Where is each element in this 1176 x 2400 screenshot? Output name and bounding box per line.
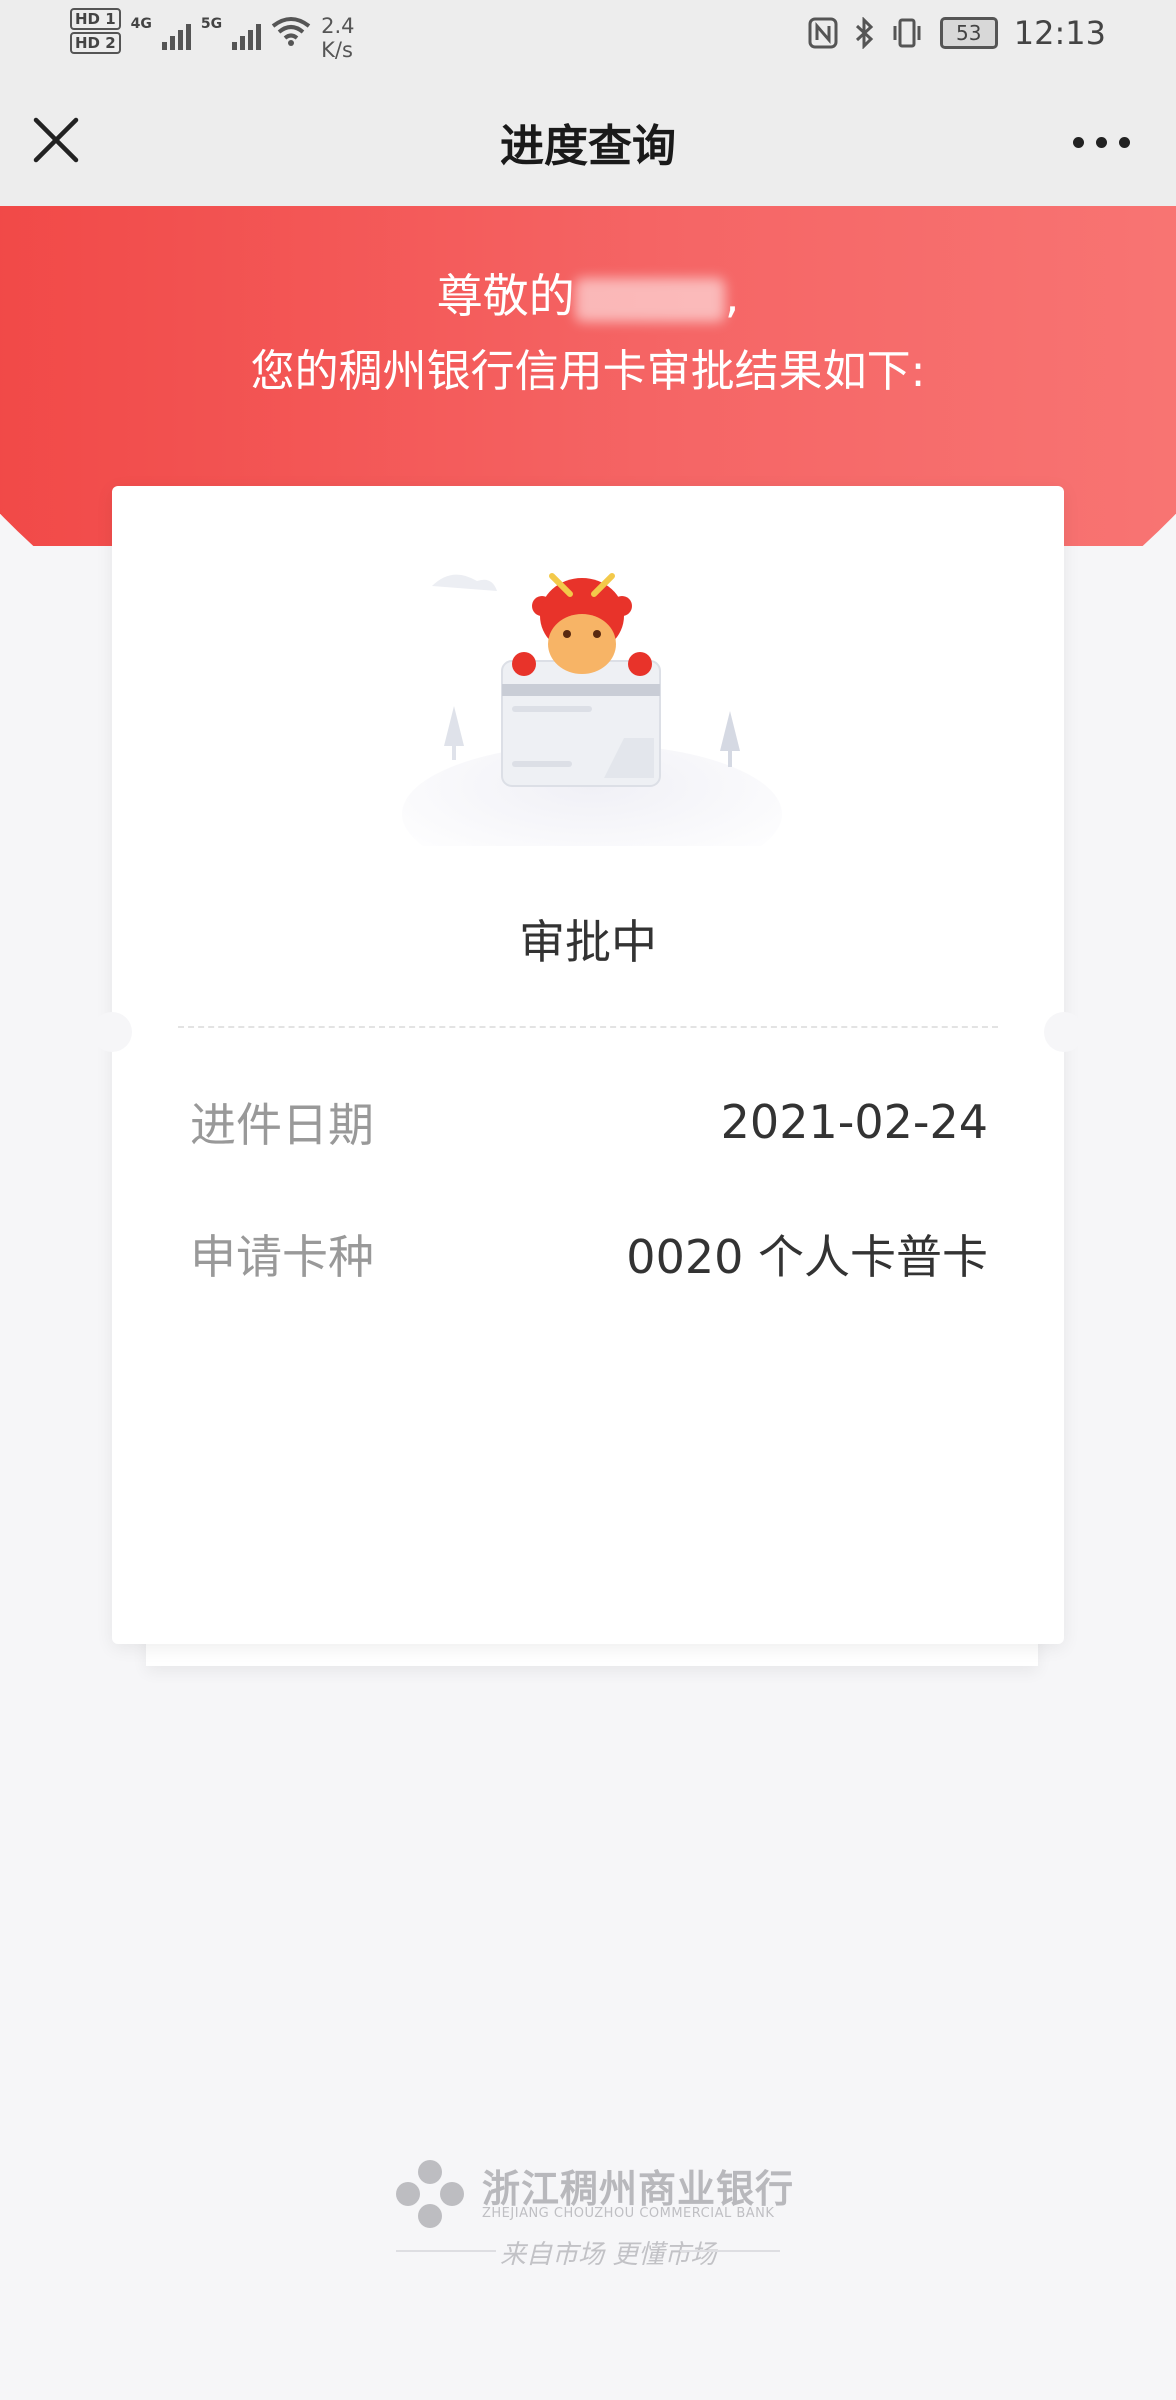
- network-5g-label: 5G: [200, 16, 223, 32]
- info-label: 进件日期: [190, 1098, 374, 1152]
- hd-indicators: HD 1 HD 2: [70, 8, 121, 54]
- nfc-icon: [808, 17, 838, 49]
- status-bar: HD 1 HD 2 4G 5G 2.4 K/s 53 12:13: [0, 0, 1176, 72]
- card-notch-left: [92, 1012, 132, 1052]
- wifi-icon: [271, 17, 311, 46]
- title-bar: 进度查询: [0, 72, 1176, 206]
- network-speed-unit: K/s: [321, 38, 353, 62]
- result-card: 审批中 进件日期 2021-02-24 申请卡种 0020 个人卡普卡: [92, 486, 1084, 1644]
- approval-status: 审批中: [519, 915, 657, 969]
- redacted-name: [574, 277, 725, 322]
- network-speed: 2.4 K/s: [321, 14, 354, 62]
- vibrate-icon: [893, 18, 921, 48]
- greeting-prefix: 尊敬的: [436, 269, 575, 323]
- bank-name-en: ZHEJIANG CHOUZHOU COMMERCIAL BANK: [482, 2206, 775, 2221]
- bluetooth-icon: [855, 17, 873, 49]
- bank-footer-logo: 浙江稠州商业银行 ZHEJIANG CHOUZHOU COMMERCIAL BA…: [390, 2150, 793, 2270]
- result-subtitle: 您的稠州银行信用卡审批结果如下:: [250, 346, 926, 397]
- info-value: 0020 个人卡普卡: [626, 1230, 988, 1284]
- info-value: 2021-02-24: [720, 1095, 988, 1149]
- slogan-line-left: [396, 2250, 496, 2252]
- bank-logo-icon: [396, 2160, 464, 2228]
- greeting-suffix: ,: [724, 269, 740, 323]
- bank-name-cn: 浙江稠州商业银行: [482, 2167, 795, 2211]
- page-title: 进度查询: [500, 121, 676, 172]
- card-notch-right: [1044, 1012, 1084, 1052]
- hd-indicator-2: HD 2: [70, 32, 121, 54]
- network-4g-label: 4G: [130, 16, 152, 32]
- network-speed-value: 2.4: [321, 14, 355, 38]
- bank-slogan: 来自市场 更懂市场: [500, 2240, 717, 2270]
- status-bar-left: HD 1 HD 2 4G 5G 2.4 K/s: [70, 8, 355, 62]
- battery-icon: 53: [939, 17, 998, 49]
- signal-bars-icon: [161, 14, 191, 50]
- info-row-card-type: 申请卡种 0020 个人卡普卡: [190, 1224, 988, 1284]
- greeting: 尊敬的,: [0, 268, 1176, 324]
- status-bar-right: 53 12:13: [808, 14, 1106, 52]
- info-row-date: 进件日期 2021-02-24: [190, 1092, 988, 1152]
- info-label: 申请卡种: [190, 1230, 374, 1284]
- dashed-divider: [178, 1026, 998, 1028]
- approval-illustration: [402, 573, 782, 846]
- slogan-line-right: [680, 2250, 780, 2252]
- hd-indicator-1: HD 1: [70, 8, 121, 30]
- more-options-icon[interactable]: [1066, 122, 1136, 162]
- clock: 12:13: [1013, 14, 1106, 52]
- signal-bars-icon-2: [232, 14, 262, 50]
